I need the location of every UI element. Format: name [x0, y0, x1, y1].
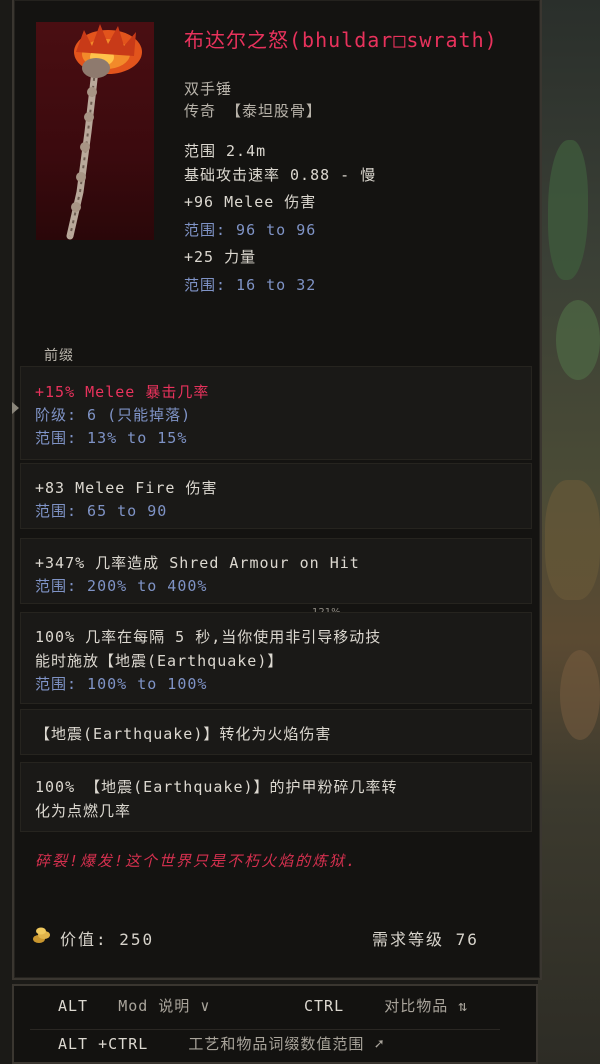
background-foliage: [545, 480, 600, 600]
affix-text: 100% 【地震(Earthquake)】的护甲粉碎几率转: [35, 778, 398, 796]
affix-tier: 阶级: 6 (只能掉落): [35, 406, 192, 424]
hint-desc: Mod 说明 ∨: [118, 997, 211, 1015]
affix-range: 范围: 13% to 15%: [35, 429, 188, 447]
lore-text: 碎裂!爆发!这个世界只是不朽火焰的炼狱.: [35, 852, 358, 870]
background-foliage: [556, 300, 600, 380]
affix-row[interactable]: +83 Melee Fire 伤害 范围: 65 to 90: [20, 463, 532, 529]
implicit-melee-damage: +96 Melee 伤害: [184, 193, 317, 211]
affix-range: 范围: 65 to 90: [35, 502, 168, 520]
implicit-strength-range: 范围: 16 to 32: [184, 276, 317, 294]
mouse-cursor-icon: ➚: [374, 1035, 385, 1053]
hint-key: ALT: [58, 997, 89, 1015]
hint-altctrl-ranges[interactable]: ALT +CTRL 工艺和物品词缀数值范围 ➚: [58, 1033, 384, 1054]
affix-row[interactable]: 100% 【地震(Earthquake)】的护甲粉碎几率转 化为点燃几率: [20, 762, 532, 832]
hint-divider: [30, 1029, 500, 1030]
required-level: 需求等级 76: [372, 930, 479, 949]
implicit-melee-damage-range: 范围: 96 to 96: [184, 221, 317, 239]
background-foliage: [548, 140, 588, 280]
hint-key: CTRL: [304, 997, 345, 1015]
affix-range: 范围: 100% to 100%: [35, 675, 208, 693]
gold-coins-icon: [33, 927, 50, 943]
item-range: 范围 2.4m: [184, 142, 267, 160]
affix-range: 范围: 200% to 400%: [35, 577, 208, 595]
compare-arrows-icon: ⇅: [458, 997, 469, 1015]
affix-pointer-icon: [12, 402, 19, 414]
affix-row[interactable]: 100% 几率在每隔 5 秒,当你使用非引导移动技 能时施放【地震(Earthq…: [20, 612, 532, 704]
affix-text: 100% 几率在每隔 5 秒,当你使用非引导移动技: [35, 628, 382, 646]
background-foliage: [560, 650, 600, 740]
hint-desc: 对比物品: [384, 997, 449, 1015]
affix-text: 【地震(Earthquake)】转化为火焰伤害: [35, 725, 332, 743]
affix-row[interactable]: +15% Melee 暴击几率 阶级: 6 (只能掉落) 范围: 13% to …: [20, 366, 532, 460]
affix-row[interactable]: 【地震(Earthquake)】转化为火焰伤害: [20, 709, 532, 755]
hint-desc: 工艺和物品词缀数值范围: [188, 1035, 365, 1053]
affix-text: +15% Melee 暴击几率: [35, 383, 210, 401]
item-rarity: 传奇 【泰坦股骨】: [184, 102, 323, 120]
affix-text: +347% 几率造成 Shred Armour on Hit: [35, 554, 360, 572]
item-type: 双手锤: [184, 80, 233, 98]
affix-text: +83 Melee Fire 伤害: [35, 479, 218, 497]
affix-row[interactable]: +347% 几率造成 Shred Armour on Hit 范围: 200% …: [20, 538, 532, 604]
item-image-hammer-icon: [36, 22, 154, 240]
item-value: 价值: 250: [60, 930, 155, 949]
item-attack-speed: 基础攻击速率 0.88 - 慢: [184, 166, 377, 184]
affix-text: 能时施放【地震(Earthquake)】: [35, 652, 284, 670]
affix-text: 化为点燃几率: [35, 802, 132, 820]
hint-ctrl-compare[interactable]: CTRL 对比物品 ⇅: [304, 995, 468, 1016]
prefix-section-label: 前缀: [44, 348, 74, 364]
hint-key: ALT +CTRL: [58, 1035, 149, 1053]
item-name: 布达尔之怒(bhuldar□swrath): [184, 28, 498, 52]
implicit-strength: +25 力量: [184, 248, 257, 266]
hint-alt-mod[interactable]: ALT Mod 说明 ∨: [58, 995, 210, 1016]
